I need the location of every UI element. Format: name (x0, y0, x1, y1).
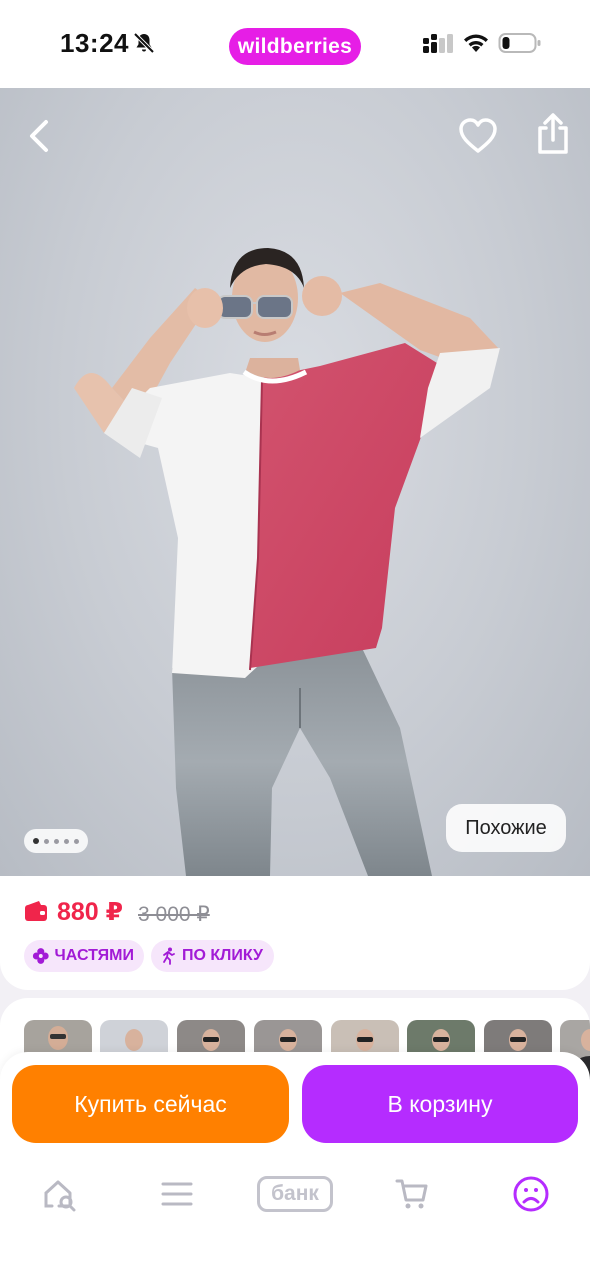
running-person-icon (163, 947, 175, 965)
nav-bank[interactable]: банк (256, 1172, 334, 1216)
add-to-cart-button[interactable]: В корзину (302, 1065, 578, 1143)
product-image-gallery[interactable]: Похожие (0, 88, 590, 876)
heart-icon[interactable] (456, 114, 500, 158)
battery-icon (498, 33, 541, 53)
pagination-dot (74, 838, 79, 844)
status-bar: 13:24 wildberries (0, 0, 590, 88)
pagination-dot (33, 838, 39, 844)
installments-label: ЧАСТЯМИ (54, 947, 134, 964)
price-card: 880 ₽ 3 000 ₽ ЧАСТЯМИ ПО КЛИКУ (0, 876, 590, 990)
chevron-left-icon (30, 120, 48, 152)
bottom-navigation: банк (0, 1162, 590, 1280)
bell-off-icon (133, 32, 155, 54)
similar-button[interactable]: Похожие (446, 804, 566, 852)
signal-icon (423, 34, 453, 53)
nav-catalog[interactable] (157, 1172, 197, 1216)
one-click-tag[interactable]: ПО КЛИКУ (151, 940, 274, 972)
back-button[interactable] (20, 116, 60, 156)
purchase-action-bar: Купить сейчас В корзину (0, 1052, 590, 1162)
bank-label: банк (257, 1176, 333, 1212)
menu-icon (161, 1182, 193, 1206)
wallet-icon (25, 901, 47, 921)
pagination-dot (64, 838, 69, 844)
cart-icon (395, 1179, 428, 1209)
gallery-pagination (24, 829, 88, 853)
pagination-dot (44, 838, 49, 844)
nav-profile[interactable] (511, 1172, 551, 1216)
brand-logo: wildberries (229, 28, 361, 65)
product-page: 13:24 wildberries Похожие 880 ₽ 3 000 ₽ … (0, 0, 590, 1280)
profile-icon (513, 1176, 549, 1212)
home-search-icon (44, 1180, 76, 1212)
nav-cart[interactable] (392, 1172, 432, 1216)
status-time: 13:24 (60, 28, 129, 58)
flower-icon (32, 948, 49, 964)
one-click-label: ПО КЛИКУ (182, 947, 263, 964)
current-price: 880 ₽ (57, 898, 124, 926)
buy-now-button[interactable]: Купить сейчас (12, 1065, 289, 1143)
old-price: 3 000 ₽ (138, 903, 210, 926)
wifi-icon (464, 34, 488, 52)
nav-home[interactable] (40, 1172, 80, 1216)
product-photo (74, 248, 500, 876)
pagination-dot (54, 838, 59, 844)
installments-tag[interactable]: ЧАСТЯМИ (24, 940, 144, 972)
share-icon[interactable] (532, 112, 574, 156)
